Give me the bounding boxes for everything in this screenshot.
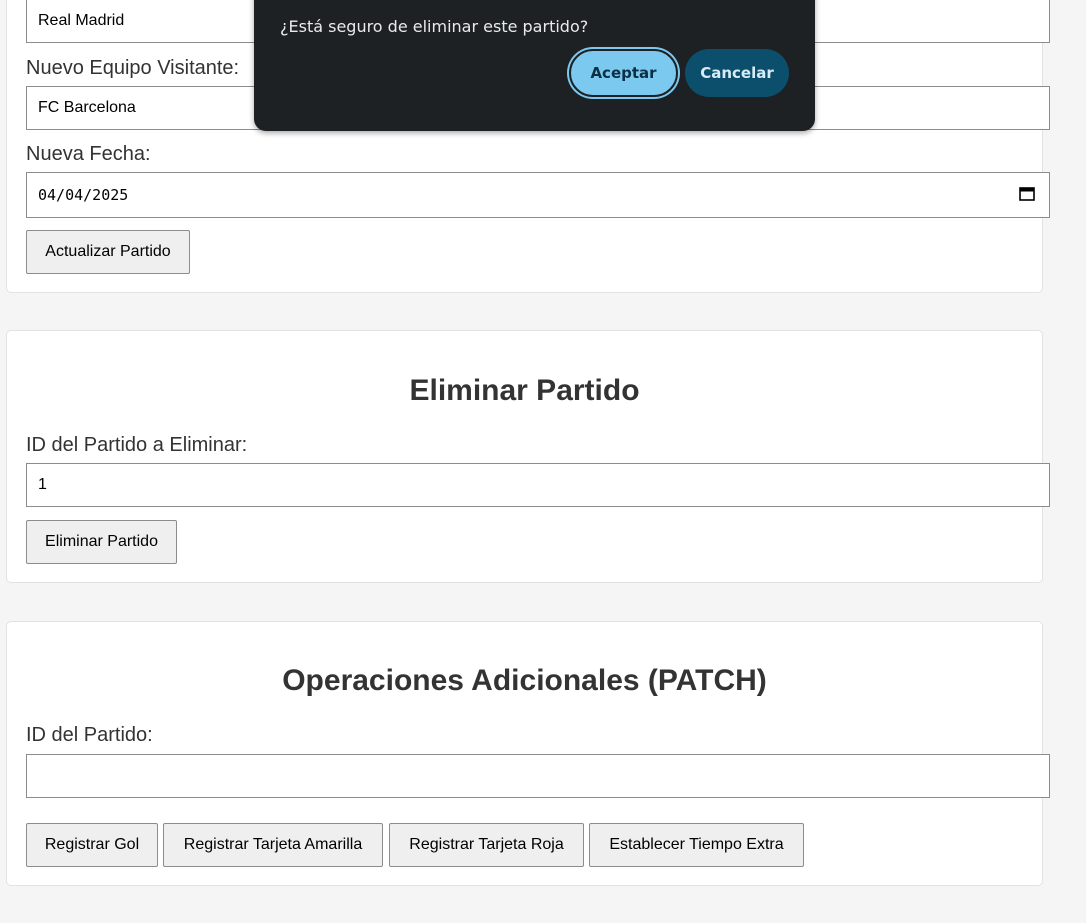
new-away-team-label: Nuevo Equipo Visitante:: [26, 57, 240, 79]
new-date-input[interactable]: 04/04/2025: [26, 172, 1050, 218]
delete-match-button[interactable]: Eliminar Partido: [26, 520, 177, 564]
patch-section-title: Operaciones Adicionales (PATCH): [282, 664, 767, 697]
delete-section-title: Eliminar Partido: [409, 374, 640, 407]
patch-id-input[interactable]: [26, 754, 1050, 798]
delete-match-card: Eliminar Partido ID del Partido a Elimin…: [6, 330, 1050, 583]
home-team-value: Real Madrid: [38, 12, 125, 29]
delete-id-label: ID del Partido a Eliminar:: [26, 434, 248, 456]
delete-id-input[interactable]: 1: [26, 463, 1050, 507]
patch-operations-card: Operaciones Adicionales (PATCH) ID del P…: [6, 621, 1050, 886]
date-value: 04/04/2025: [38, 186, 129, 204]
accept-button[interactable]: Aceptar: [569, 49, 678, 97]
register-red-card-button[interactable]: Registrar Tarjeta Roja: [389, 823, 584, 867]
set-extra-time-button[interactable]: Establecer Tiempo Extra: [589, 823, 804, 867]
calendar-icon[interactable]: [1019, 186, 1035, 201]
confirm-dialog-message: ¿Está seguro de eliminar este partido?: [280, 17, 589, 36]
new-date-label: Nueva Fecha:: [26, 143, 151, 165]
update-match-button[interactable]: Actualizar Partido: [26, 230, 190, 274]
delete-id-value: 1: [38, 476, 47, 493]
register-goal-button[interactable]: Registrar Gol: [26, 823, 158, 867]
confirm-dialog: ¿Está seguro de eliminar este partido? A…: [254, 0, 815, 131]
cancel-button[interactable]: Cancelar: [685, 49, 789, 97]
patch-id-label: ID del Partido:: [26, 724, 153, 746]
register-yellow-card-button[interactable]: Registrar Tarjeta Amarilla: [163, 823, 383, 867]
away-team-value: FC Barcelona: [38, 99, 136, 116]
